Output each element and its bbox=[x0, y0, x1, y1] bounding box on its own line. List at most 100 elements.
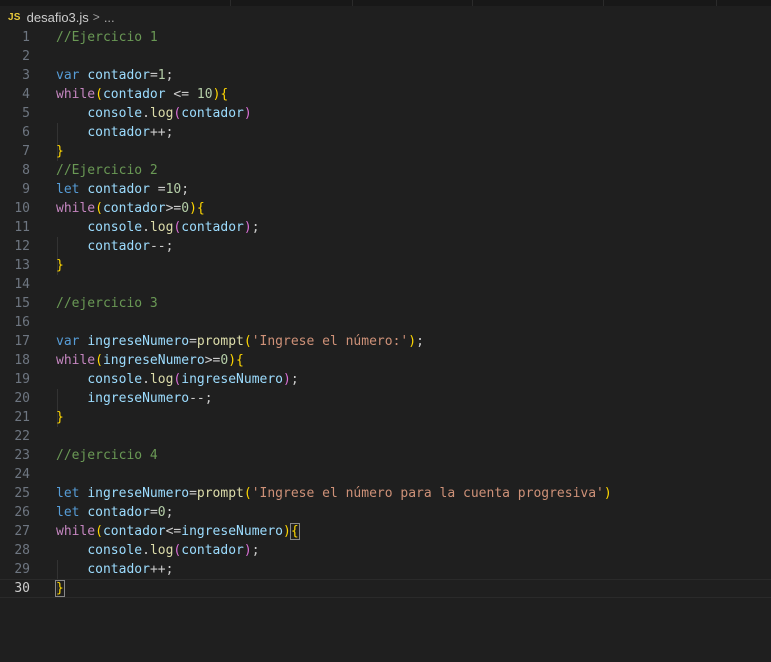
line-text[interactable]: console.log(contador); bbox=[56, 541, 259, 560]
code-line[interactable]: 29 contador++; bbox=[0, 560, 771, 579]
code-token: . bbox=[142, 220, 150, 235]
javascript-file-icon: JS bbox=[8, 11, 21, 23]
code-line[interactable]: 5 console.log(contador) bbox=[0, 104, 771, 123]
code-line[interactable]: 30} bbox=[0, 579, 771, 598]
code-area[interactable]: 1 //Ejercicio 1 2 3 var contador=1; 4 while(co… bbox=[0, 28, 771, 598]
line-text[interactable]: let contador =10; bbox=[56, 180, 189, 199]
code-token: var bbox=[56, 334, 80, 349]
code-line[interactable]: 22 bbox=[0, 427, 771, 446]
code-line[interactable]: 20 ingreseNumero--; bbox=[0, 389, 771, 408]
code-token: let bbox=[56, 505, 80, 520]
code-token: //ejercicio 3 bbox=[56, 296, 158, 311]
code-line[interactable]: 28 console.log(contador); bbox=[0, 541, 771, 560]
code-token: 0 bbox=[157, 505, 166, 520]
code-line[interactable]: 13} bbox=[0, 256, 771, 275]
code-line[interactable]: 3 var contador=1; bbox=[0, 66, 771, 85]
code-line[interactable]: 21} bbox=[0, 408, 771, 427]
code-line[interactable]: 9 let contador =10; bbox=[0, 180, 771, 199]
line-text[interactable]: while(contador<=ingreseNumero){ bbox=[56, 522, 300, 541]
code-token: prompt bbox=[196, 334, 244, 349]
code-line[interactable]: 27 while(contador<=ingreseNumero){ bbox=[0, 522, 771, 541]
line-text[interactable]: //Ejercicio 2 bbox=[56, 161, 158, 180]
code-token: ; bbox=[165, 505, 174, 520]
code-line[interactable]: 10 while(contador>=0){ bbox=[0, 199, 771, 218]
code-token: <= bbox=[165, 524, 182, 539]
code-line[interactable]: 23 //ejercicio 4 bbox=[0, 446, 771, 465]
code-token: while bbox=[56, 353, 96, 368]
line-text[interactable]: console.log(ingreseNumero); bbox=[56, 370, 298, 389]
breadcrumb-ellipsis[interactable]: ... bbox=[104, 10, 115, 25]
line-text[interactable]: contador++; bbox=[56, 560, 173, 579]
code-token: = bbox=[189, 334, 197, 349]
line-number: 12 bbox=[14, 239, 30, 254]
code-line[interactable]: 8 //Ejercicio 2 bbox=[0, 161, 771, 180]
line-text[interactable]: let ingreseNumero=prompt('Ingrese el núm… bbox=[56, 484, 612, 503]
code-token: ) bbox=[243, 220, 252, 235]
line-text[interactable]: var ingreseNumero=prompt('Ingrese el núm… bbox=[56, 332, 424, 351]
code-line[interactable]: 18 while(ingreseNumero>=0){ bbox=[0, 351, 771, 370]
line-text[interactable]: while(ingreseNumero>=0){ bbox=[56, 351, 244, 370]
code-token: ; bbox=[251, 220, 260, 235]
code-token: ++; bbox=[149, 125, 174, 140]
code-token: ( bbox=[95, 353, 103, 368]
code-line[interactable]: 16 bbox=[0, 313, 771, 332]
line-text[interactable]: contador++; bbox=[56, 123, 173, 142]
code-token: //Ejercicio 2 bbox=[56, 163, 158, 178]
line-text[interactable]: //Ejercicio 1 bbox=[56, 28, 158, 47]
code-token: 0 bbox=[181, 201, 190, 216]
line-text[interactable]: ingreseNumero--; bbox=[56, 389, 213, 408]
code-token: ) bbox=[189, 201, 197, 216]
code-token: while bbox=[56, 201, 96, 216]
line-text[interactable]: contador--; bbox=[56, 237, 173, 256]
line-text[interactable]: while(contador>=0){ bbox=[56, 199, 205, 218]
line-number: 11 bbox=[14, 220, 30, 235]
line-text[interactable]: } bbox=[56, 142, 64, 161]
code-token: ) bbox=[603, 486, 612, 501]
line-text[interactable]: while(contador <= 10){ bbox=[56, 85, 228, 104]
line-text[interactable]: let contador=0; bbox=[56, 503, 173, 522]
line-number: 8 bbox=[22, 163, 30, 178]
code-line[interactable]: 25 let ingreseNumero=prompt('Ingrese el n… bbox=[0, 484, 771, 503]
line-text[interactable]: console.log(contador); bbox=[56, 218, 260, 237]
code-token: >= bbox=[204, 353, 221, 368]
code-line[interactable]: 17 var ingreseNumero=prompt('Ingrese el n… bbox=[0, 332, 771, 351]
code-line[interactable]: 14 bbox=[0, 275, 771, 294]
code-token: . bbox=[142, 543, 150, 558]
code-line[interactable]: 7} bbox=[0, 142, 771, 161]
code-line[interactable]: 2 bbox=[0, 47, 771, 66]
code-token: = bbox=[149, 182, 166, 197]
line-text[interactable]: //ejercicio 4 bbox=[56, 446, 158, 465]
code-line[interactable]: 24 bbox=[0, 465, 771, 484]
line-number: 1 bbox=[22, 30, 30, 45]
code-line[interactable]: 4 while(contador <= 10){ bbox=[0, 85, 771, 104]
code-line[interactable]: 15 //ejercicio 3 bbox=[0, 294, 771, 313]
code-token: contador bbox=[181, 106, 244, 121]
line-text[interactable]: } bbox=[56, 408, 64, 427]
code-line[interactable]: 26 let contador=0; bbox=[0, 503, 771, 522]
code-line[interactable]: 1 //Ejercicio 1 bbox=[0, 28, 771, 47]
code-token: prompt bbox=[196, 486, 244, 501]
code-token: = bbox=[149, 68, 158, 83]
code-line[interactable]: 12 contador--; bbox=[0, 237, 771, 256]
line-text[interactable]: //ejercicio 3 bbox=[56, 294, 158, 313]
code-token: } bbox=[56, 144, 64, 159]
line-text[interactable]: } bbox=[55, 580, 65, 597]
line-text[interactable]: console.log(contador) bbox=[56, 104, 251, 123]
line-number: 9 bbox=[22, 182, 30, 197]
code-token: --; bbox=[189, 391, 213, 406]
code-editor[interactable]: JS desafio3.js > ... 1 //Ejercicio 1 2 3 var… bbox=[0, 0, 771, 662]
code-token: log bbox=[149, 106, 174, 121]
breadcrumb: JS desafio3.js > ... bbox=[0, 6, 771, 28]
code-token: = bbox=[189, 486, 197, 501]
code-token: ; bbox=[416, 334, 424, 349]
code-line[interactable]: 6 contador++; bbox=[0, 123, 771, 142]
code-line[interactable]: 11 console.log(contador); bbox=[0, 218, 771, 237]
line-text[interactable]: var contador=1; bbox=[56, 66, 173, 85]
breadcrumb-file[interactable]: desafio3.js bbox=[27, 10, 89, 25]
code-token: { bbox=[236, 353, 244, 368]
code-line[interactable]: 19 console.log(ingreseNumero); bbox=[0, 370, 771, 389]
line-text[interactable]: } bbox=[56, 256, 64, 275]
